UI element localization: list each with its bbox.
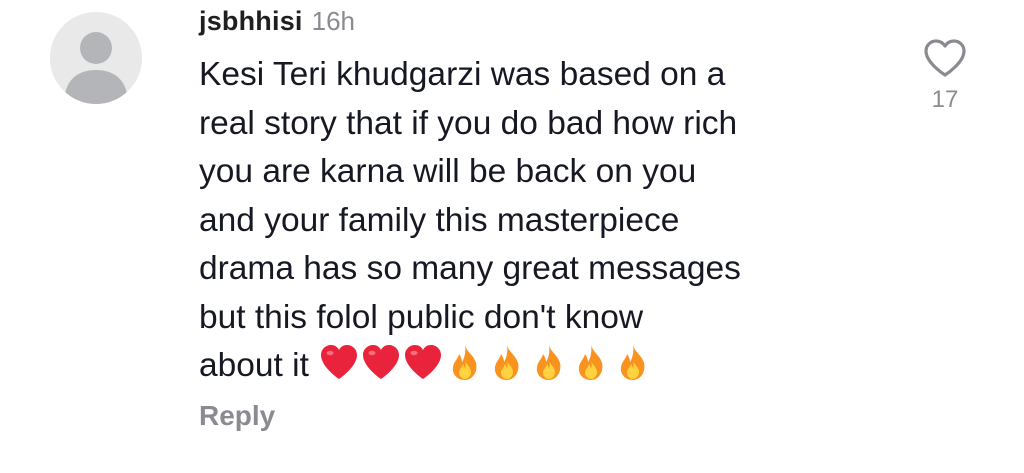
heart-outline-icon[interactable] <box>923 38 967 78</box>
red-heart-icon <box>404 345 441 379</box>
comment-meta: jsbhhisi 16h <box>199 6 899 42</box>
comment-text-last-line: about it <box>199 342 859 391</box>
fire-icon <box>578 344 603 380</box>
comment-text-line: drama has so many great messages <box>199 250 741 287</box>
comment-text-line: Kesi Teri khudgarzi was based on a <box>199 56 726 93</box>
fire-icon <box>494 344 519 380</box>
comment-text-line: but this folol public don't know <box>199 298 644 336</box>
comment-text-line: real story that if you do bad how rich <box>199 104 738 142</box>
comment-text-line: and your family this masterpiece <box>199 201 680 239</box>
username[interactable]: jsbhhisi <box>199 6 303 37</box>
comment-item: jsbhhisi 16h Kesi Teri khudgarzi was bas… <box>0 0 1024 473</box>
comment-text: Kesi Teri khudgarzi was based on a real … <box>199 51 859 391</box>
red-heart-icon <box>320 345 357 379</box>
emoji-row <box>319 342 655 382</box>
comment-body: jsbhhisi 16h Kesi Teri khudgarzi was bas… <box>199 6 899 391</box>
comment-text-line: you are karna will be back on you <box>199 153 697 190</box>
comment-text-line: about it <box>199 347 309 384</box>
like-section: 17 <box>918 38 972 114</box>
reply-button[interactable]: Reply <box>199 400 275 432</box>
fire-icon <box>620 344 645 380</box>
avatar[interactable] <box>50 12 142 104</box>
like-count: 17 <box>931 86 959 113</box>
fire-icon <box>452 344 477 380</box>
timestamp: 16h <box>311 6 356 36</box>
fire-icon <box>536 344 561 380</box>
red-heart-icon <box>362 345 399 379</box>
default-avatar-icon <box>50 12 142 104</box>
